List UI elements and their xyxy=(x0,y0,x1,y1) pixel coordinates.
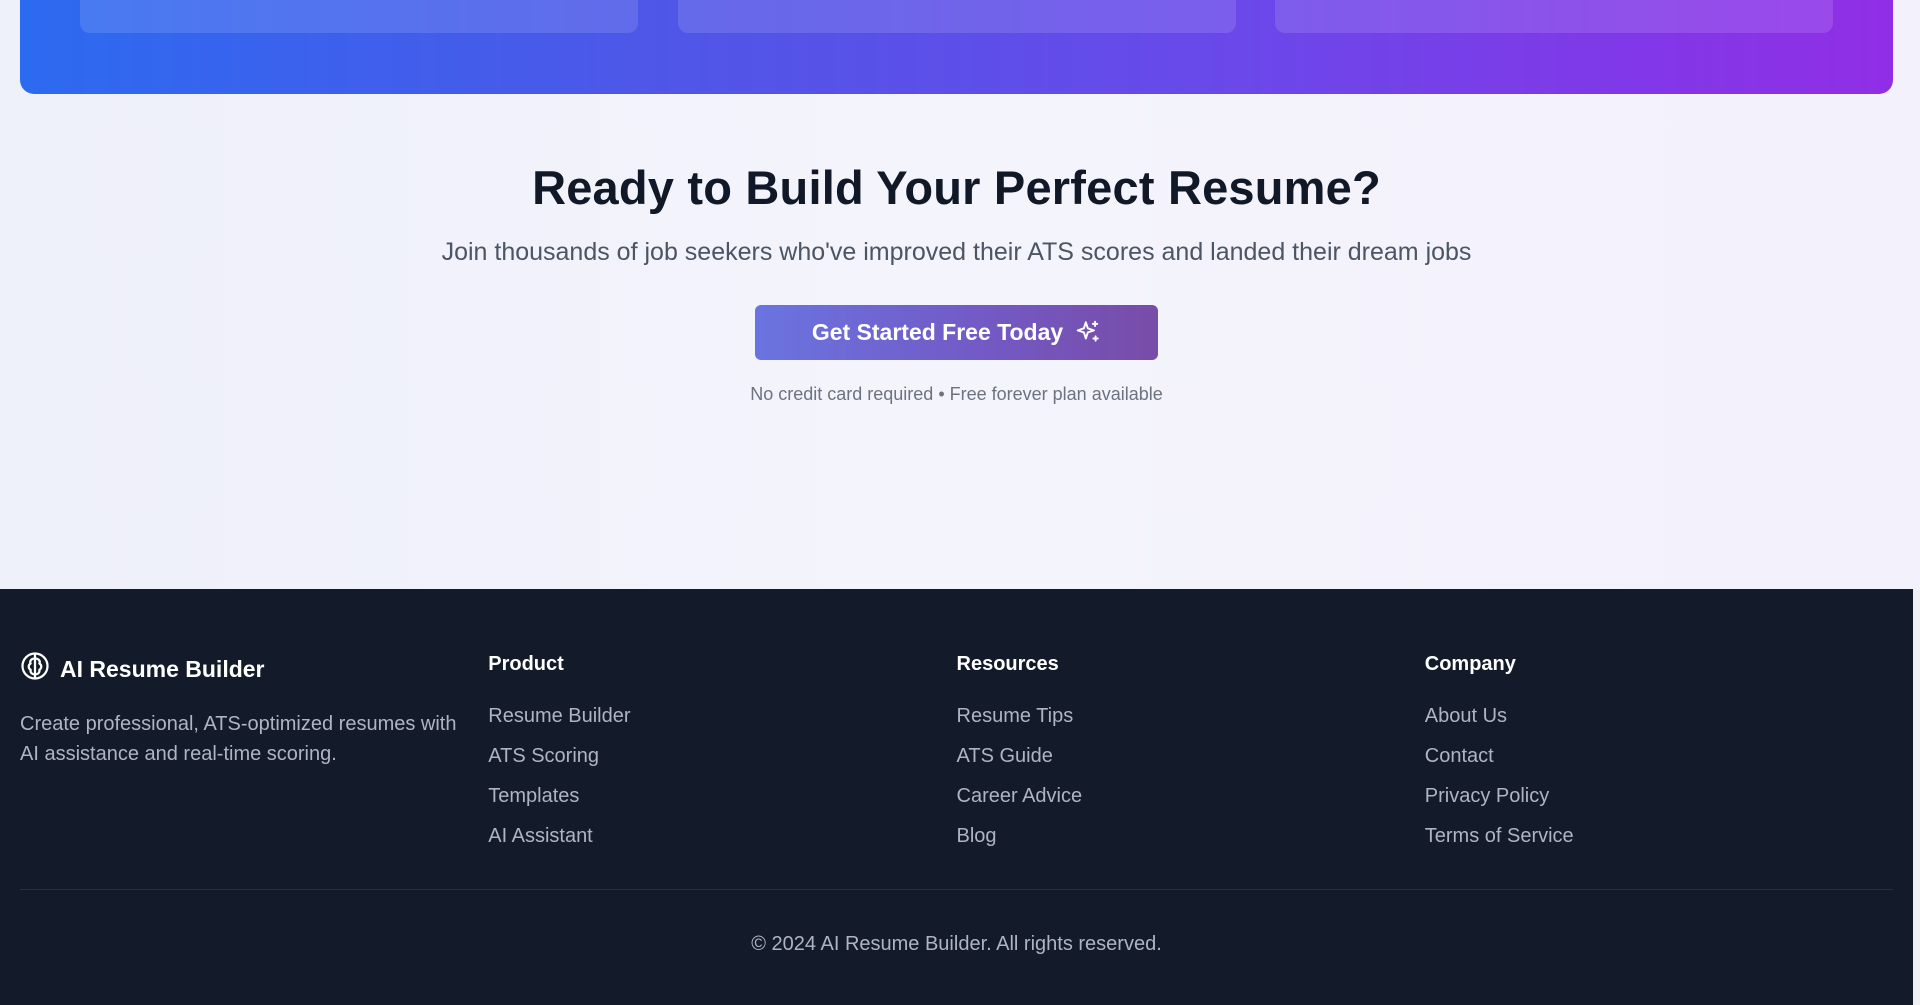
footer-column-heading: Resources xyxy=(956,653,1059,675)
footer-link-about-us[interactable]: About Us xyxy=(1425,696,1893,736)
get-started-button-label: Get Started Free Today xyxy=(811,318,1064,345)
footer-link-ats-guide[interactable]: ATS Guide xyxy=(957,736,1425,776)
feature-card xyxy=(678,0,1236,33)
footer-columns: AI Resume Builder Create professional, A… xyxy=(20,651,1893,856)
cta-note: No credit card required • Free forever p… xyxy=(750,383,1163,404)
footer-column-product: Product Resume Builder ATS Scoring Templ… xyxy=(488,651,956,856)
footer-brand-description: Create professional, ATS-optimized resum… xyxy=(20,713,457,765)
brain-icon xyxy=(20,651,50,687)
page: Ready to Build Your Perfect Resume? Join… xyxy=(0,0,1920,1005)
footer-link-ai-assistant[interactable]: AI Assistant xyxy=(488,816,956,856)
footer-link-blog[interactable]: Blog xyxy=(957,816,1425,856)
footer-link-contact[interactable]: Contact xyxy=(1425,736,1893,776)
feature-card xyxy=(1275,0,1833,33)
copyright-text: © 2024 AI Resume Builder. All rights res… xyxy=(751,933,1162,955)
footer-link-terms-of-service[interactable]: Terms of Service xyxy=(1425,816,1893,856)
cta-subtitle: Join thousands of job seekers who've imp… xyxy=(441,238,1472,267)
footer-column-resources: Resources Resume Tips ATS Guide Career A… xyxy=(957,651,1425,856)
footer-brand[interactable]: AI Resume Builder xyxy=(20,651,488,687)
footer-column-heading: Company xyxy=(1424,653,1516,675)
footer-link-career-advice[interactable]: Career Advice xyxy=(957,776,1425,816)
features-banner xyxy=(20,0,1893,94)
footer-link-resume-builder[interactable]: Resume Builder xyxy=(488,696,956,736)
footer-link-ats-scoring[interactable]: ATS Scoring xyxy=(488,736,956,776)
footer-link-resume-tips[interactable]: Resume Tips xyxy=(957,696,1425,736)
footer-divider xyxy=(20,889,1893,890)
site-footer: AI Resume Builder Create professional, A… xyxy=(0,589,1913,1005)
get-started-button[interactable]: Get Started Free Today xyxy=(755,304,1158,360)
cta-section: Ready to Build Your Perfect Resume? Join… xyxy=(0,160,1913,405)
footer-brand-column: AI Resume Builder Create professional, A… xyxy=(20,651,488,856)
cta-title: Ready to Build Your Perfect Resume? xyxy=(532,161,1381,214)
sparkles-icon xyxy=(1075,319,1101,345)
footer-column-company: Company About Us Contact Privacy Policy … xyxy=(1425,651,1893,856)
footer-column-heading: Product xyxy=(488,653,564,675)
feature-card xyxy=(80,0,638,33)
footer-link-templates[interactable]: Templates xyxy=(488,776,956,816)
footer-link-privacy-policy[interactable]: Privacy Policy xyxy=(1425,776,1893,816)
footer-brand-name: AI Resume Builder xyxy=(60,655,265,682)
scrollbar-gutter xyxy=(1913,589,1920,1005)
